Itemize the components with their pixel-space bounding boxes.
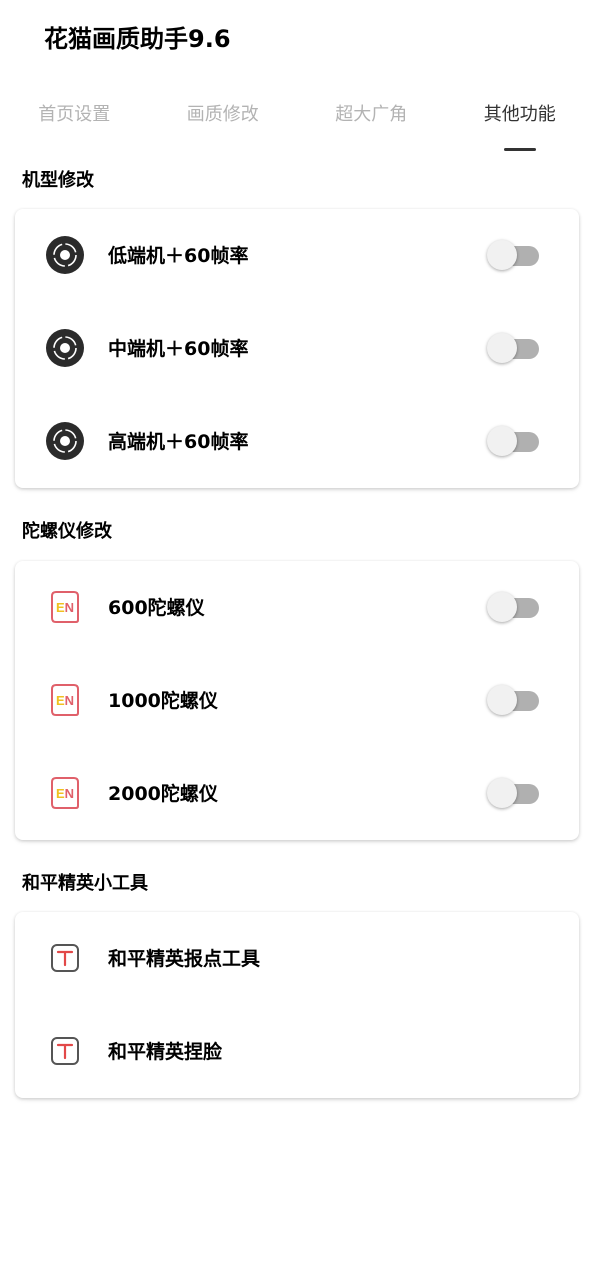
toggle-thumb: [487, 240, 517, 270]
circle-target-icon: [46, 236, 84, 274]
t-box-icon: [51, 1037, 79, 1065]
en-badge-text: EN: [56, 693, 74, 708]
list-item[interactable]: 和平精英报点工具: [15, 912, 579, 1005]
card-gyro: EN 600陀螺仪 EN 1000陀螺仪 EN 2000陀螺仪: [15, 561, 579, 840]
toggle-switch[interactable]: [487, 778, 541, 808]
toggle-thumb: [487, 592, 517, 622]
list-item-label: 2000陀螺仪: [108, 783, 218, 805]
en-badge-icon: EN: [51, 684, 79, 716]
toggle-switch[interactable]: [487, 333, 541, 363]
tab-other-functions[interactable]: 其他功能: [446, 98, 594, 158]
circle-target-icon: [46, 422, 84, 460]
list-item-label: 1000陀螺仪: [108, 690, 218, 712]
list-item[interactable]: EN 600陀螺仪: [15, 561, 579, 654]
list-item[interactable]: 低端机＋60帧率: [15, 209, 579, 302]
list-item[interactable]: 和平精英捏脸: [15, 1005, 579, 1098]
section-title-model: 机型修改: [22, 170, 94, 191]
toggle-thumb: [487, 778, 517, 808]
tab-label: 首页设置: [38, 104, 111, 125]
toggle-switch[interactable]: [487, 426, 541, 456]
t-box-icon: [51, 944, 79, 972]
toggle-thumb: [487, 685, 517, 715]
en-badge-icon: EN: [51, 777, 79, 809]
list-item[interactable]: 高端机＋60帧率: [15, 395, 579, 488]
toggle-thumb: [487, 333, 517, 363]
en-badge-text: EN: [56, 600, 74, 615]
app-title: 花猫画质助手9.6: [44, 25, 231, 53]
en-badge-icon: EN: [51, 591, 79, 623]
list-item-label: 低端机＋60帧率: [108, 245, 249, 267]
tab-label: 画质修改: [186, 104, 259, 125]
list-item-label: 600陀螺仪: [108, 597, 205, 619]
list-item[interactable]: EN 1000陀螺仪: [15, 654, 579, 747]
toggle-thumb: [487, 426, 517, 456]
tab-bar: 首页设置 画质修改 超大广角 其他功能: [0, 98, 594, 158]
list-item-label: 高端机＋60帧率: [108, 431, 249, 453]
tab-label: 其他功能: [483, 104, 556, 125]
active-tab-indicator: [503, 148, 536, 151]
list-item-label: 和平精英报点工具: [108, 948, 261, 970]
card-tools: 和平精英报点工具 和平精英捏脸: [15, 912, 579, 1098]
list-item[interactable]: 中端机＋60帧率: [15, 302, 579, 395]
circle-target-icon: [46, 329, 84, 367]
tab-label: 超大广角: [335, 104, 408, 125]
toggle-switch[interactable]: [487, 240, 541, 270]
tab-quality[interactable]: 画质修改: [149, 98, 298, 158]
list-item[interactable]: EN 2000陀螺仪: [15, 747, 579, 840]
en-badge-text: EN: [56, 786, 74, 801]
list-item-label: 和平精英捏脸: [108, 1041, 223, 1063]
toggle-switch[interactable]: [487, 592, 541, 622]
toggle-switch[interactable]: [487, 685, 541, 715]
list-item-label: 中端机＋60帧率: [108, 338, 249, 360]
section-title-gyro: 陀螺仪修改: [22, 521, 112, 542]
card-model: 低端机＋60帧率 中端机＋60帧率 高端机＋60帧率: [15, 209, 579, 488]
tab-home-settings[interactable]: 首页设置: [0, 98, 149, 158]
section-title-tools: 和平精英小工具: [22, 873, 148, 894]
tab-wide-angle[interactable]: 超大广角: [297, 98, 446, 158]
